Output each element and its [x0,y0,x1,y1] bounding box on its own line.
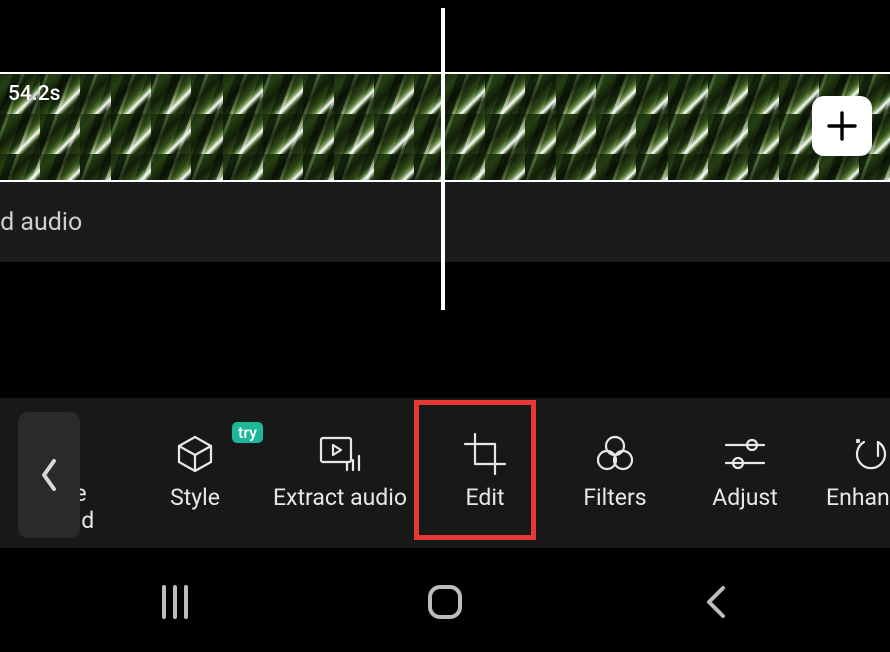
toolbar-item-label: Filters [583,484,646,511]
toolbar-item-extract-audio[interactable]: Extract audio [260,398,420,548]
timeline-thumbnail[interactable] [111,74,222,180]
toolbar-back-button[interactable] [18,412,80,538]
toolbar-items: veund try Style Extract audio Edit [0,398,890,548]
clip-duration: 54.2s [8,82,60,106]
toolbar-item-adjust[interactable]: Adjust [680,398,810,548]
try-badge: try [232,422,263,443]
home-button[interactable] [385,572,505,632]
toolbar-item-style[interactable]: try Style [130,398,260,548]
timeline-thumbnail[interactable] [334,74,445,180]
back-button[interactable] [655,572,775,632]
toolbar-item-label: Extract audio [273,484,407,511]
toolbar-item-label: Enhance [826,484,890,511]
preview-area [0,0,890,72]
plus-icon [825,109,859,143]
cube-icon [174,436,216,472]
add-clip-button[interactable] [812,96,872,156]
filters-icon [593,436,637,472]
sliders-icon [722,436,768,472]
video-timeline-track[interactable]: 54.2s [0,72,890,182]
toolbar-item-label: Adjust [712,484,778,511]
toolbar-item-label: Style [170,484,220,511]
enhance-icon [848,436,890,472]
spacer [0,262,890,398]
toolbar-item-filters[interactable]: Filters [550,398,680,548]
timeline-thumbnail[interactable] [445,74,556,180]
extract-audio-icon [317,436,363,472]
chevron-left-icon [38,457,60,493]
timeline-thumbnail[interactable] [223,74,334,180]
audio-track[interactable]: dd audio [0,182,890,262]
back-icon [701,582,729,622]
crop-icon [463,436,507,472]
timeline-thumbnail[interactable] [556,74,667,180]
toolbar-item-edit[interactable]: Edit [420,398,550,548]
add-audio-label: dd audio [0,208,82,237]
recents-icon [156,583,194,621]
timeline-thumbnail[interactable] [668,74,779,180]
home-icon [424,581,466,623]
edit-toolbar: veund try Style Extract audio Edit [0,398,890,548]
toolbar-item-enhance[interactable]: Enhance [810,398,890,548]
toolbar-item-label: Edit [466,484,505,511]
recents-button[interactable] [115,572,235,632]
playhead[interactable] [441,8,445,310]
android-navbar [0,548,890,652]
